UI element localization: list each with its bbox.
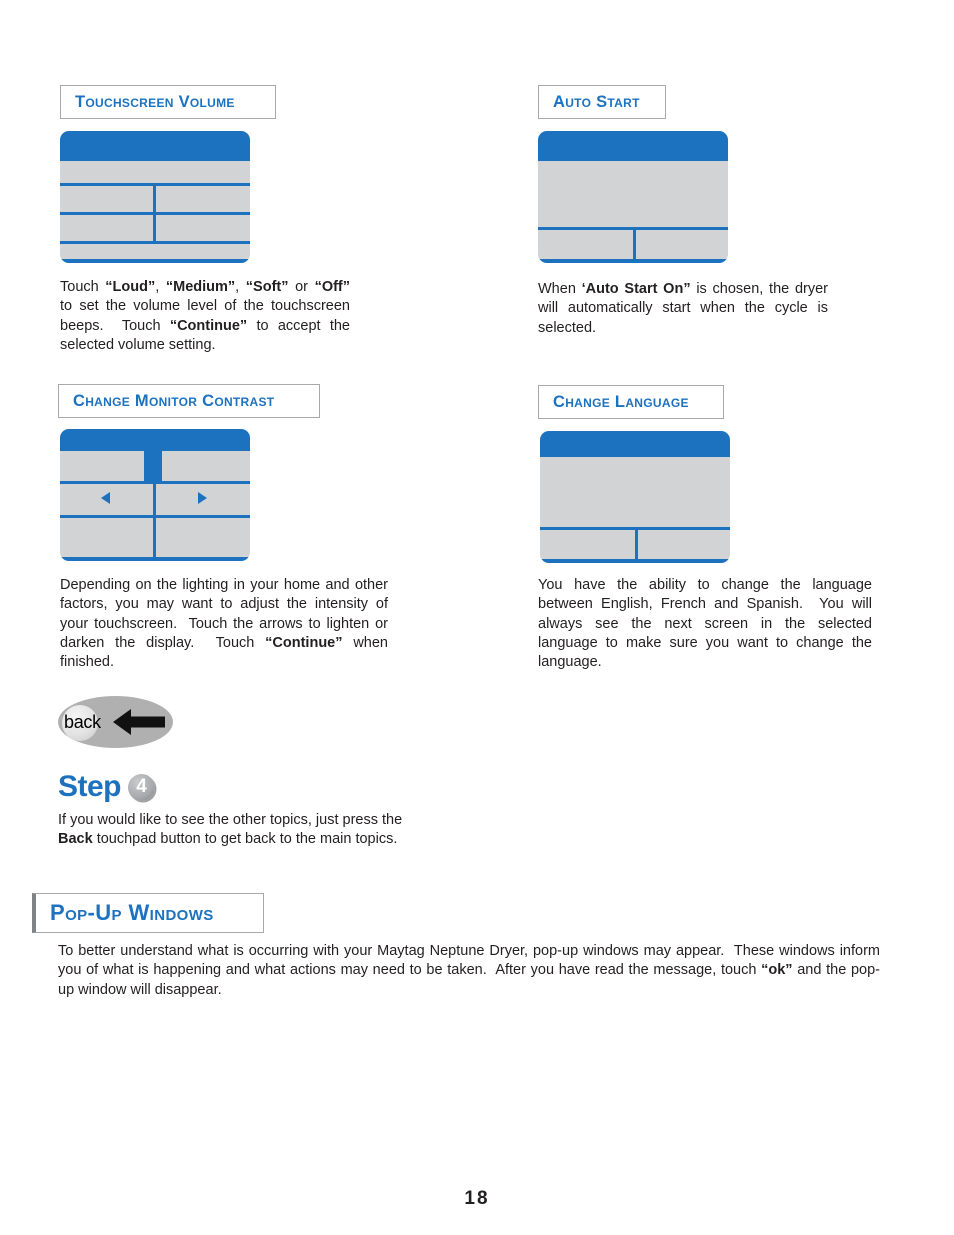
section-title-label: Pop-Up Windows bbox=[50, 900, 214, 925]
back-touchpad-button[interactable]: back bbox=[58, 696, 173, 748]
section-title-label: Change Monitor Contrast bbox=[73, 391, 275, 410]
screen-divider-vertical bbox=[153, 481, 156, 561]
section-body-touchscreen-volume: Touch “Loud”, “Medium”, “Soft” or “Off” … bbox=[60, 279, 351, 353]
contrast-slider-indicator bbox=[144, 451, 162, 481]
screen-bottom-bar bbox=[538, 259, 728, 263]
screen-header-bar bbox=[540, 431, 730, 457]
screen-bottom-bar bbox=[540, 559, 730, 563]
screen-mockup-change-monitor-contrast bbox=[60, 429, 250, 561]
section-title-auto-start: Auto Start bbox=[538, 85, 666, 119]
step-word-label: Step bbox=[58, 770, 122, 803]
screen-header-bar bbox=[60, 429, 250, 451]
screen-bottom-bar bbox=[60, 557, 250, 561]
screen-mockup-touchscreen-volume bbox=[60, 131, 250, 263]
screen-divider-vertical bbox=[153, 183, 156, 241]
left-arrow-icon bbox=[113, 709, 165, 735]
section-body-change-language: You have the ability to change the langu… bbox=[538, 577, 872, 671]
section-title-touchscreen-volume: Touchscreen Volume bbox=[60, 85, 276, 119]
page-number: 18 bbox=[464, 1188, 490, 1209]
screen-divider-vertical bbox=[635, 527, 638, 563]
screen-bottom-bar bbox=[60, 259, 250, 263]
right-arrow-icon[interactable] bbox=[198, 492, 207, 504]
section-body-auto-start: When ‘Auto Start On” is chosen, the drye… bbox=[538, 281, 828, 336]
screen-divider-vertical bbox=[633, 227, 636, 263]
left-arrow-icon[interactable] bbox=[101, 492, 110, 504]
step-body-text: If you would like to see the other topic… bbox=[58, 812, 403, 848]
section-body-change-monitor-contrast: Depending on the lighting in your home a… bbox=[60, 577, 388, 671]
section-title-change-monitor-contrast: Change Monitor Contrast bbox=[58, 384, 320, 418]
section-title-label: Change Language bbox=[553, 392, 689, 411]
screen-mockup-change-language bbox=[540, 431, 730, 563]
screen-header-bar bbox=[538, 131, 728, 161]
section-title-change-language: Change Language bbox=[538, 385, 724, 419]
section-body-pop-up-windows: To better understand what is occurring w… bbox=[58, 943, 880, 998]
step-heading: Step 4 bbox=[58, 770, 156, 804]
screen-mockup-auto-start bbox=[538, 131, 728, 263]
screen-header-bar bbox=[60, 131, 250, 161]
screen-divider-horizontal bbox=[60, 241, 250, 244]
section-title-label: Touchscreen Volume bbox=[75, 92, 235, 111]
section-title-pop-up-windows: Pop-Up Windows bbox=[32, 893, 264, 933]
section-title-label: Auto Start bbox=[553, 92, 640, 111]
step-number-badge: 4 bbox=[128, 773, 156, 801]
